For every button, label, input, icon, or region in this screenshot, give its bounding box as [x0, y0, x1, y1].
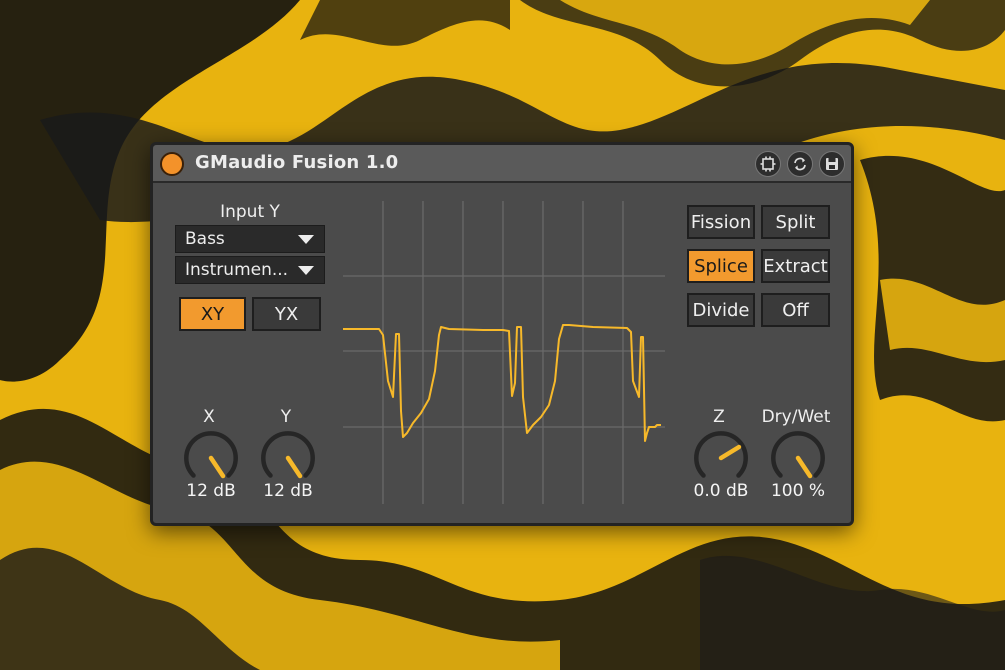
- knob-x-value: 12 dB: [186, 481, 236, 501]
- input-y-label: Input Y: [220, 202, 280, 222]
- mode-extract-button[interactable]: Extract: [761, 249, 830, 283]
- chevron-down-icon: [298, 266, 314, 275]
- mode-fission-button[interactable]: Fission: [687, 205, 755, 239]
- knob-drywet-label: Dry/Wet: [761, 407, 831, 427]
- mode-splice-button[interactable]: Splice: [687, 249, 755, 283]
- knob-y-value: 12 dB: [263, 481, 313, 501]
- knob-drywet-value: 100 %: [770, 481, 825, 501]
- knob-z-value: 0.0 dB: [693, 481, 749, 501]
- mode-divide-button[interactable]: Divide: [687, 293, 755, 327]
- fusion-device: GMaudio Fusion 1.0 Input Y Bass Instrume…: [150, 142, 854, 526]
- knob-drywet[interactable]: [770, 430, 826, 486]
- knob-y[interactable]: [260, 430, 316, 486]
- knob-x-label: X: [203, 407, 215, 427]
- yx-button[interactable]: YX: [252, 297, 321, 331]
- knob-z[interactable]: [693, 430, 749, 486]
- input-source-value: Bass: [185, 229, 225, 249]
- freeze-icon: [760, 156, 776, 172]
- freeze-button[interactable]: [755, 151, 781, 177]
- input-source-dropdown[interactable]: Bass: [175, 225, 325, 253]
- mode-split-button[interactable]: Split: [761, 205, 830, 239]
- xy-button[interactable]: XY: [179, 297, 246, 331]
- knob-x[interactable]: [183, 430, 239, 486]
- device-power-button[interactable]: [160, 152, 184, 176]
- knob-z-label: Z: [713, 407, 725, 427]
- mode-off-button[interactable]: Off: [761, 293, 830, 327]
- input-channel-dropdown[interactable]: Instrumen...: [175, 256, 325, 284]
- input-channel-value: Instrumen...: [185, 260, 289, 280]
- knob-y-label: Y: [280, 407, 292, 427]
- save-button[interactable]: [819, 151, 845, 177]
- device-title: GMaudio Fusion 1.0: [195, 152, 399, 173]
- title-bar: GMaudio Fusion 1.0: [153, 145, 851, 183]
- save-icon: [826, 158, 838, 170]
- sync-button[interactable]: [787, 151, 813, 177]
- sync-icon: [794, 157, 806, 171]
- chevron-down-icon: [298, 235, 314, 244]
- waveform-display: [343, 201, 665, 504]
